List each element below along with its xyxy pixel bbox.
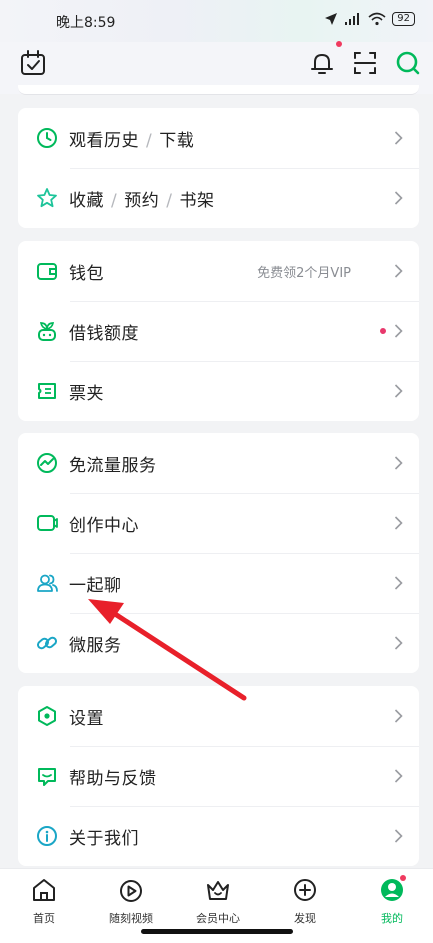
group-wallet: 钱包 免费领2个月VIP 借钱额度 票夹 (18, 241, 419, 421)
row-about-us[interactable]: 关于我们 (18, 806, 419, 866)
row-free-traffic[interactable]: 免流量服务 (18, 433, 419, 493)
chevron-right-icon (394, 384, 403, 398)
notification-dot (336, 41, 342, 47)
row-favorites[interactable]: 收藏 / 预约 / 书架 (18, 168, 419, 228)
new-badge-dot (380, 328, 386, 334)
tab-badge-dot (400, 875, 406, 881)
chevron-right-icon (394, 516, 403, 530)
sprout-icon (38, 322, 56, 341)
row-wallet[interactable]: 钱包 免费领2个月VIP (18, 241, 419, 301)
clock-icon (37, 128, 57, 148)
row-label: 微服务 (69, 635, 122, 656)
home-indicator (141, 929, 293, 934)
favorites-link[interactable]: 收藏 (69, 191, 104, 211)
bookshelf-link[interactable]: 书架 (179, 191, 214, 211)
row-chat-together[interactable]: 一起聊 (18, 553, 419, 613)
traffic-icon (37, 453, 57, 473)
tab-label: 首页 (33, 912, 55, 925)
row-label: 借钱额度 (69, 323, 139, 344)
plus-icon (294, 879, 316, 901)
row-creator-center[interactable]: 创作中心 (18, 493, 419, 553)
battery-indicator: 92 (392, 12, 415, 26)
tab-home[interactable]: 首页 (9, 877, 79, 926)
group-settings: 设置 帮助与反馈 关于我们 (18, 686, 419, 866)
row-settings[interactable]: 设置 (18, 686, 419, 746)
wallet-icon (37, 263, 57, 280)
vip-promo-text: 免费领2个月VIP (257, 265, 351, 281)
home-icon (33, 879, 55, 901)
tab-discover[interactable]: 发现 (270, 877, 340, 926)
row-label: 一起聊 (69, 575, 122, 596)
status-bar: 晚上8:59 92 (0, 0, 433, 42)
avatar-icon (381, 879, 403, 901)
star-icon (37, 188, 57, 208)
row-label: 票夹 (69, 383, 104, 404)
feedback-icon (38, 768, 56, 786)
ticket-icon (38, 383, 56, 399)
tab-mine[interactable]: 我的 (357, 875, 427, 926)
search-icon[interactable] (393, 48, 423, 78)
reservation-link[interactable]: 预约 (124, 191, 159, 211)
scan-icon[interactable] (350, 48, 380, 78)
row-label: 创作中心 (69, 515, 139, 536)
location-icon (325, 13, 338, 25)
tab-suike-video[interactable]: 随刻视频 (96, 877, 166, 926)
profile-card-edge (18, 85, 419, 95)
chevron-right-icon (394, 264, 403, 278)
row-label: 免流量服务 (69, 455, 157, 476)
bell-icon[interactable] (307, 48, 337, 78)
download-link[interactable]: 下载 (159, 131, 194, 151)
chevron-right-icon (394, 636, 403, 650)
chevron-right-icon (394, 456, 403, 470)
row-label: 设置 (69, 708, 104, 729)
tab-label: 我的 (381, 912, 403, 925)
status-icons: 92 (324, 12, 415, 26)
tab-label: 随刻视频 (109, 912, 153, 925)
tab-label: 会员中心 (196, 912, 240, 925)
tab-vip-center[interactable]: 会员中心 (183, 877, 253, 926)
row-label: 观看历史 / 下载 (69, 130, 195, 151)
tab-label: 发现 (294, 912, 316, 925)
link-icon (36, 636, 58, 650)
row-micro-services[interactable]: 微服务 (18, 613, 419, 673)
row-help-feedback[interactable]: 帮助与反馈 (18, 746, 419, 806)
info-icon (37, 826, 57, 846)
play-icon (120, 880, 142, 902)
status-time: 晚上8:59 (56, 15, 116, 31)
chevron-right-icon (394, 769, 403, 783)
row-history-download[interactable]: 观看历史 / 下载 (18, 108, 419, 168)
chevron-right-icon (394, 829, 403, 843)
row-credit[interactable]: 借钱额度 (18, 301, 419, 361)
chevron-right-icon (394, 709, 403, 723)
group-services: 免流量服务 创作中心 一起聊 微服务 (18, 433, 419, 673)
people-icon (37, 574, 58, 592)
row-label: 帮助与反馈 (69, 768, 157, 789)
group-history: 观看历史 / 下载 收藏 / 预约 / 书架 (18, 108, 419, 228)
row-label: 关于我们 (69, 828, 139, 849)
signal-icon (345, 13, 360, 25)
row-tickets[interactable]: 票夹 (18, 361, 419, 421)
calendar-check-icon[interactable] (18, 48, 48, 78)
row-label: 收藏 / 预约 / 书架 (69, 190, 215, 211)
chevron-right-icon (394, 324, 403, 338)
row-label: 钱包 (69, 263, 104, 284)
settings-icon (38, 706, 56, 726)
chevron-right-icon (394, 131, 403, 145)
crown-icon (207, 881, 229, 900)
history-link[interactable]: 观看历史 (69, 131, 139, 151)
chevron-right-icon (394, 576, 403, 590)
camera-icon (37, 515, 58, 531)
wifi-icon (368, 12, 386, 26)
chevron-right-icon (394, 191, 403, 205)
